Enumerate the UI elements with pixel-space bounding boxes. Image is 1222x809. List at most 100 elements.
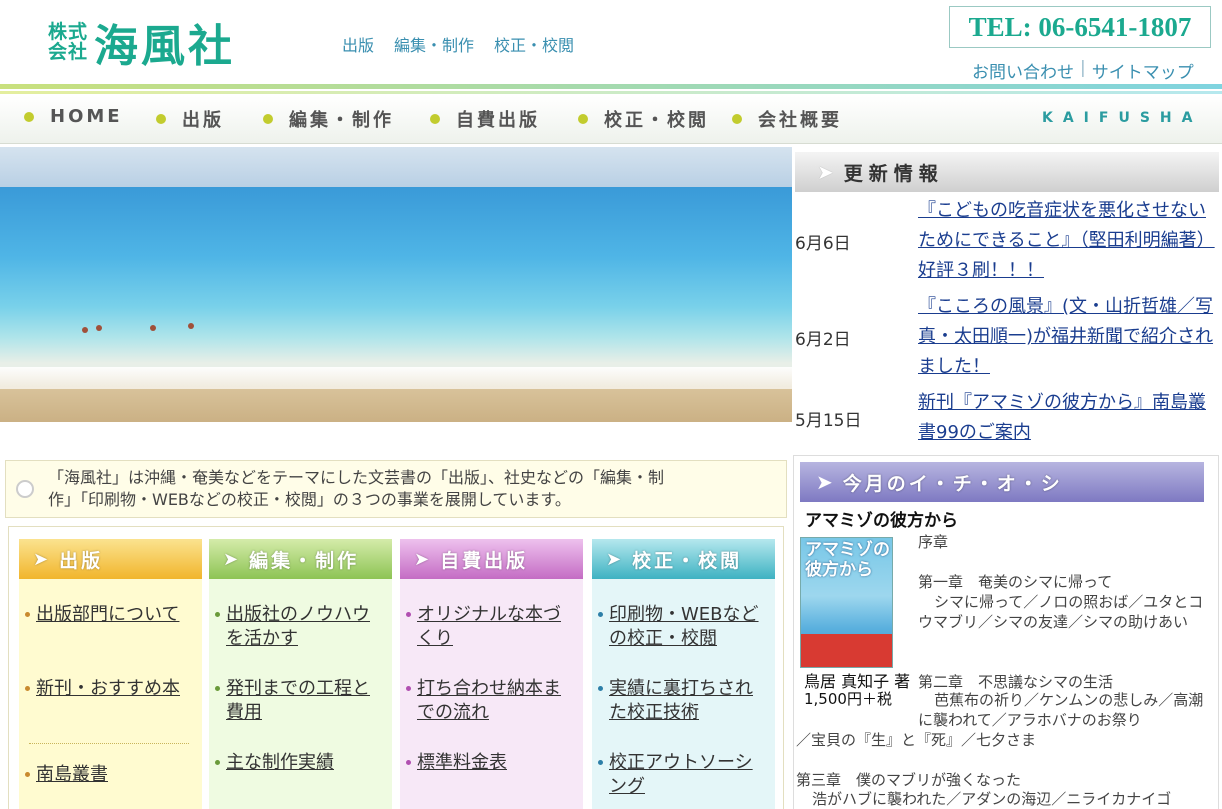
company-logo[interactable]: 株式 会社 海風社 [48, 10, 235, 74]
column-item[interactable]: 主な制作実績 [215, 751, 385, 775]
column-item[interactable]: 打ち合わせ納本までの流れ [406, 677, 576, 725]
column-title: 校正・校閲 [632, 549, 743, 572]
recommendation-header: ➤ 今月のイ・チ・オ・シ [800, 462, 1204, 502]
column-item[interactable]: オリジナルな本づくり [406, 603, 576, 651]
cover-band [801, 634, 892, 667]
book-title: アマミゾの彼方から [805, 511, 958, 531]
nav-label: HOME [50, 106, 123, 127]
column-link[interactable]: 出版部門について [36, 603, 179, 627]
column-link[interactable]: 校正アウトソーシング [609, 751, 768, 799]
update-link[interactable]: 新刊『アマミゾの彼方から』南島叢書99のご案内 [918, 388, 1218, 448]
bullet-icon [215, 760, 220, 765]
nav-item-home[interactable]: HOME [24, 106, 123, 127]
column-item[interactable]: 標準料金表 [406, 751, 576, 775]
toc-chapter-body: ／宝貝の『生』と『死』／七夕さま [796, 731, 1037, 749]
column-link[interactable]: 南島叢書 [36, 763, 108, 787]
column-body: 印刷物・WEBなどの校正・校閲 実績に裏打ちされた校正技術 校正アウトソーシング [592, 579, 775, 809]
hero-sand [0, 389, 792, 422]
bullet-icon [215, 686, 220, 691]
arrow-right-icon: ➤ [817, 160, 834, 184]
update-item: 6月2日 『こころの風景』(文・山折哲雄／写真・太田順一)が福井新聞で紹介されま… [795, 292, 1219, 382]
column-link[interactable]: 主な制作実績 [226, 751, 334, 775]
sitemap-link[interactable]: サイトマップ [1092, 58, 1194, 83]
header-link-publishing[interactable]: 出版 [342, 32, 374, 56]
toc-chapter-title: 第一章 奄美のシマに帰って [918, 573, 1113, 591]
update-link[interactable]: 『こどもの吃音症状を悪化させないためにできること』（堅田利明編著）好評３刷！！！ [918, 196, 1218, 286]
header-links: 出版 編集・制作 校正・校閲 [342, 32, 574, 56]
logo-company-name: 海風社 [94, 21, 236, 72]
column-link[interactable]: 実績に裏打ちされた校正技術 [609, 677, 768, 725]
nav-item-company[interactable]: 会社概要 [732, 106, 842, 132]
contact-link[interactable]: お問い合わせ [972, 58, 1074, 83]
header-link-proofreading[interactable]: 校正・校閲 [494, 32, 574, 56]
updates-header: ➤ 更新情報 [795, 152, 1219, 192]
column-proofreading: ➤ 校正・校閲 印刷物・WEBなどの校正・校閲 実績に裏打ちされた校正技術 校正… [592, 539, 775, 809]
bullet-icon [215, 612, 220, 617]
column-item[interactable]: 校正アウトソーシング [598, 751, 768, 799]
hero-sea [0, 187, 792, 387]
toc-chapter-title: 第二章 不思議なシマの生活 [918, 673, 1114, 691]
column-header[interactable]: ➤ 出版 [19, 539, 202, 579]
updates-title: 更新情報 [843, 162, 944, 185]
column-item[interactable]: 印刷物・WEBなどの校正・校閲 [598, 603, 768, 651]
hero-image-beach [0, 147, 792, 422]
bullet-icon [598, 612, 603, 617]
intro-line: 「海風社」は沖縄・奄美などをテーマにした文芸書の「出版」、社史などの「編集・制 [48, 468, 665, 487]
column-link[interactable]: オリジナルな本づくり [417, 603, 576, 651]
column-item[interactable]: 出版社のノウハウを活かす [215, 603, 385, 651]
update-item: 6月6日 『こどもの吃音症状を悪化させないためにできること』（堅田利明編著）好評… [795, 196, 1219, 286]
book-cover-image[interactable]: アマミゾの彼方から [800, 537, 893, 668]
contact-links: お問い合わせ | サイトマップ [972, 58, 1194, 83]
header-link-editing[interactable]: 編集・制作 [394, 32, 474, 56]
column-link[interactable]: 標準料金表 [417, 751, 507, 775]
main-nav: HOME 出版 編集・制作 自費出版 校正・校閲 会社概要 [0, 96, 1222, 144]
nav-bullet-icon [732, 114, 742, 124]
toc-chapter-body: シマに帰って／ノロの照おば／ユタとコウマブリ／シマの友達／シマの助けあい [918, 593, 1204, 631]
hero-swimmer [82, 327, 88, 333]
toc-chapter-body: 浩がハブに襲われた／アダンの海辺／ニライカナイゴ [812, 790, 1172, 808]
column-item[interactable]: 南島叢書 [25, 763, 195, 787]
column-item[interactable]: 発刊までの工程と費用 [215, 677, 385, 725]
column-header[interactable]: ➤ 編集・制作 [209, 539, 392, 579]
nav-bullet-icon [430, 114, 440, 124]
column-link[interactable]: 打ち合わせ納本までの流れ [417, 677, 576, 725]
column-header[interactable]: ➤ 自費出版 [400, 539, 583, 579]
bullet-icon [25, 686, 30, 691]
nav-label: 会社概要 [758, 110, 842, 131]
nav-label: 出版 [182, 110, 224, 131]
column-link[interactable]: 出版社のノウハウを活かす [226, 603, 385, 651]
nav-item-proofreading[interactable]: 校正・校閲 [578, 106, 709, 132]
column-header[interactable]: ➤ 校正・校閲 [592, 539, 775, 579]
arrow-right-icon: ➤ [33, 548, 52, 570]
bullet-icon [25, 612, 30, 617]
column-link[interactable]: 新刊・おすすめ本 [36, 677, 180, 701]
bullet-icon [406, 612, 411, 617]
bullet-icon [598, 686, 603, 691]
nav-bullet-icon [156, 114, 166, 124]
intro-line: 作」「印刷物・WEBなどの校正・校閲」の３つの事業を展開しています。 [48, 490, 571, 509]
nav-bullet-icon [24, 111, 34, 122]
nav-item-self-publishing[interactable]: 自費出版 [430, 106, 540, 132]
tel-number: TEL: 06-6541-1807 [949, 6, 1211, 48]
toc-preface: 序章 [918, 533, 949, 551]
header-divider [0, 84, 1222, 89]
cover-title: アマミゾの彼方から [805, 540, 890, 580]
nav-item-publishing[interactable]: 出版 [156, 106, 224, 132]
nav-label: 自費出版 [456, 110, 540, 131]
arrow-right-icon: ➤ [414, 548, 433, 570]
nav-bullet-icon [263, 114, 273, 124]
column-link[interactable]: 印刷物・WEBなどの校正・校閲 [609, 603, 768, 651]
column-item[interactable]: 新刊・おすすめ本 [25, 677, 195, 701]
nav-item-editing[interactable]: 編集・制作 [263, 106, 394, 132]
recommendation-title: 今月のイ・チ・オ・シ [842, 472, 1063, 495]
service-columns: ➤ 出版 出版部門について 新刊・おすすめ本 南島叢書 ➤ 編集・制作 出版社の… [8, 526, 784, 809]
book-price: 1,500円＋税 [804, 690, 892, 708]
arrow-right-icon: ➤ [606, 548, 625, 570]
column-item[interactable]: 出版部門について [25, 603, 195, 627]
logo-kabu-bottom: 会社 [48, 41, 89, 63]
column-link[interactable]: 発刊までの工程と費用 [226, 677, 385, 725]
bullet-icon [406, 686, 411, 691]
update-link[interactable]: 『こころの風景』(文・山折哲雄／写真・太田順一)が福井新聞で紹介されました！ [918, 292, 1218, 382]
column-divider [29, 743, 189, 744]
column-item[interactable]: 実績に裏打ちされた校正技術 [598, 677, 768, 725]
